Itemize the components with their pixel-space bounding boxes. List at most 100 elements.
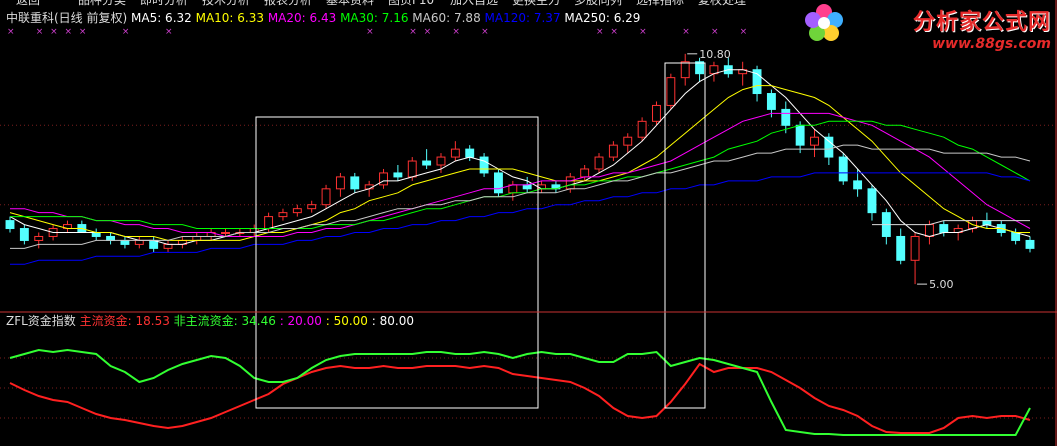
candle-body	[479, 156, 489, 174]
menu-item[interactable]: 图页F10	[388, 0, 434, 8]
ma-line-ma10	[9, 85, 1030, 241]
legend-item: : 20.00	[280, 314, 326, 328]
candle-body	[221, 232, 230, 234]
candle-body	[924, 224, 934, 237]
ma-legend: 中联重科(日线 前复权) MA5: 6.32 MA10: 6.33 MA20: …	[6, 10, 640, 25]
candle-body	[795, 124, 805, 146]
indicator-line	[9, 348, 1031, 436]
menu-item[interactable]: 复权处理	[698, 0, 746, 8]
candle-body	[407, 160, 417, 178]
candle-body	[939, 224, 949, 233]
candle-body	[106, 235, 116, 241]
menu-item[interactable]: 基本资料	[326, 0, 374, 8]
site-watermark: 分析家公式网 www.88gs.com	[913, 4, 1051, 52]
candle-body	[264, 216, 274, 230]
candle-body	[594, 156, 604, 170]
legend-item: 非主流资金: 34.46	[174, 313, 280, 328]
signal-marker: ×	[740, 27, 748, 37]
legend-item: MA20: 6.43	[268, 11, 340, 25]
watermark-url: www.88gs.com	[932, 36, 1051, 52]
legend-item: : 80.00	[372, 314, 414, 328]
ma-line-ma5	[9, 69, 1031, 245]
signal-marker: ×	[452, 27, 460, 37]
signal-marker: ×	[424, 27, 432, 37]
candle-body	[91, 232, 101, 237]
signal-marker: ×	[409, 27, 417, 37]
candle-body	[695, 61, 705, 75]
candle-body	[436, 156, 446, 166]
menu-item[interactable]: 返回	[16, 0, 40, 8]
candle-body	[192, 235, 202, 241]
candle-body	[580, 168, 590, 178]
candle-body	[666, 77, 676, 106]
signal-marker: ×	[36, 27, 44, 37]
signal-marker: ×	[596, 27, 604, 37]
ma-line-ma60	[10, 144, 1031, 249]
signal-marker: ×	[639, 27, 647, 37]
signal-marker: ×	[682, 27, 690, 37]
candle-body	[810, 136, 819, 146]
candle-body	[766, 93, 776, 110]
candle-body	[867, 188, 877, 214]
candle-body	[393, 172, 403, 178]
legend-item: MA10: 6.33	[196, 11, 268, 25]
candle-body	[120, 239, 130, 245]
menu-item[interactable]: 多股同列	[574, 0, 622, 8]
menu-item[interactable]: 加入自选	[450, 0, 498, 8]
candle-body	[163, 243, 173, 249]
signal-marker: ×	[50, 27, 58, 37]
candle-body	[1025, 239, 1035, 249]
candle-body	[278, 212, 288, 218]
menu-item[interactable]: 更换主力	[512, 0, 560, 8]
menu-item[interactable]: 报表分析	[264, 0, 312, 8]
candle-body	[824, 136, 834, 158]
signal-marker: ×	[711, 27, 719, 37]
ma-line-ma30	[10, 120, 1031, 229]
candle-body	[637, 120, 647, 138]
flower-logo-icon	[805, 4, 843, 41]
signal-marker: ×	[165, 27, 173, 37]
candle-body	[5, 220, 15, 230]
highlight-box-right	[664, 62, 706, 409]
candle-body	[853, 180, 863, 190]
menu-item[interactable]: 选择指标	[636, 0, 684, 8]
candle-body	[522, 184, 532, 190]
moving-average-lines	[9, 69, 1031, 265]
legend-name: 中联重科(日线 前复权)	[6, 10, 131, 25]
indicator-line	[9, 362, 1031, 434]
candle-body	[307, 204, 317, 210]
chart-canvas: 10.80 5.00 × × × × × × × × × × × × × × × × × × 中联重科(日线 前复权)…	[0, 0, 1057, 446]
candle-body	[623, 136, 633, 146]
kline-panel	[5, 53, 1035, 285]
candle-body	[450, 148, 460, 158]
signal-marker: ×	[481, 27, 489, 37]
ma-line-ma20	[10, 112, 1031, 237]
candle-body	[982, 220, 992, 226]
candle-body	[652, 104, 661, 122]
candle-body	[465, 148, 475, 158]
menu-item[interactable]: 技术分析	[202, 0, 250, 8]
menu-item[interactable]: 即时分析	[140, 0, 188, 8]
candle-body	[680, 61, 690, 79]
candle-body	[608, 144, 618, 158]
top-menu-bar: 返回 品种分类 即时分析 技术分析 报表分析 基本资料 图页F10 加入自选 更换主力 多股同列 选…	[0, 0, 760, 8]
legend-item: MA60: 7.88	[412, 11, 484, 25]
signal-marker: ×	[610, 27, 618, 37]
candle-body	[134, 239, 144, 245]
ma-line-ma120	[10, 172, 1031, 265]
highlight-box-left	[255, 116, 539, 409]
candle-body	[19, 228, 29, 241]
legend-item: MA120: 7.37	[485, 11, 565, 25]
candle-body	[335, 176, 345, 190]
legend-item: : 50.00	[326, 314, 372, 328]
legend-item: MA5: 6.32	[131, 11, 196, 25]
watermark-title: 分析家公式网	[912, 10, 1051, 35]
menu-item[interactable]: 品种分类	[78, 0, 126, 8]
legend-item: MA250: 6.29	[564, 11, 640, 25]
candle-body	[350, 176, 360, 190]
signal-marker: ×	[64, 27, 72, 37]
candle-body	[292, 208, 302, 214]
candle-body	[838, 156, 848, 182]
candle-body	[896, 235, 906, 261]
indicator-legend: ZFL资金指数 主流资金: 18.53 非主流资金: 34.46 : 20.00…	[6, 313, 414, 328]
